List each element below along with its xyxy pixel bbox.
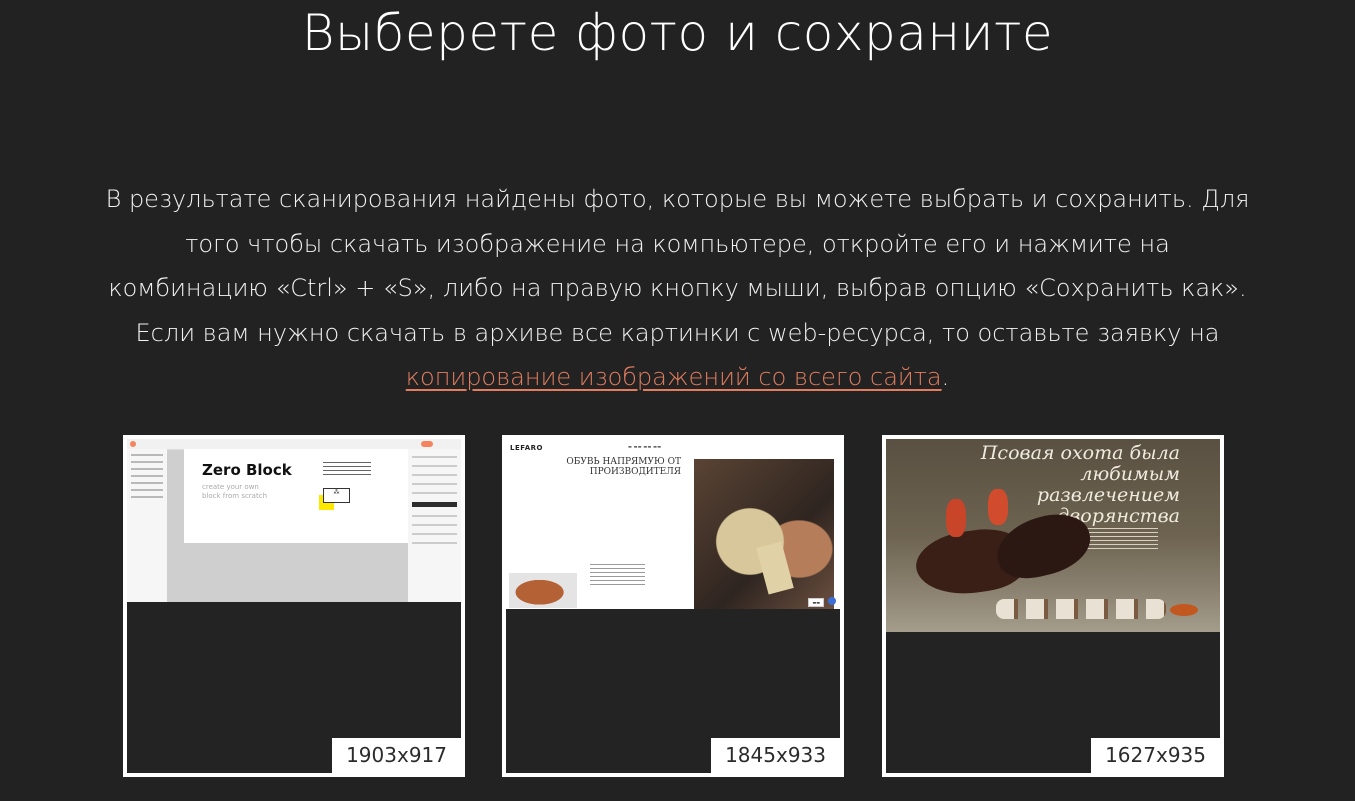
site-badge: ▬▬ xyxy=(808,598,824,607)
site-headline: ОБУВЬ НАПРЯМУЮ ОТ ПРОИЗВОДИТЕЛЯ xyxy=(566,457,681,477)
editor-publish-pill xyxy=(421,441,433,447)
image-thumbnail-hunting-painting[interactable]: Псовая охота была любимым развлечением д… xyxy=(886,439,1220,632)
site-brand: LEFARO xyxy=(510,444,543,452)
editor-text-lines xyxy=(323,459,371,478)
page-title: Выберете фото и сохраните xyxy=(301,4,1054,62)
rider-shape xyxy=(946,499,966,537)
description-text: В результате сканирования найдены фото, … xyxy=(105,185,1250,347)
image-card-body: Zero Block create your own block from sc… xyxy=(127,439,461,773)
fox-shape xyxy=(1170,604,1198,616)
image-size-label: 1845x933 xyxy=(711,738,840,773)
zero-block-heading: Zero Block xyxy=(202,461,292,479)
image-card-body: LEFARO ▬ ▬▬ ▬▬ ▬▬ ОБУВЬ НАПРЯМУЮ ОТ ПРОИ… xyxy=(506,439,840,773)
rider-shape xyxy=(988,489,1008,525)
image-thumbnail-shoes[interactable]: LEFARO ▬ ▬▬ ▬▬ ▬▬ ОБУВЬ НАПРЯМУЮ ОТ ПРОИ… xyxy=(506,439,840,609)
image-size-label: 1627x935 xyxy=(1091,738,1220,773)
chat-icon xyxy=(828,597,836,605)
editor-left-panel xyxy=(127,449,167,602)
hounds-shape xyxy=(996,599,1166,619)
leather-photo xyxy=(694,459,834,609)
image-size-label: 1903x917 xyxy=(332,738,461,773)
image-card-body: Псовая охота была любимым развлечением д… xyxy=(886,439,1220,773)
site-text-lines xyxy=(590,561,645,588)
shoe-photo xyxy=(509,573,577,608)
editor-selected-frame: ⁂ xyxy=(323,488,350,503)
image-card-1[interactable]: Zero Block create your own block from sc… xyxy=(123,435,465,777)
editor-logo-icon xyxy=(130,441,136,447)
editor-right-panel xyxy=(408,449,461,602)
site-menu: ▬ ▬▬ ▬▬ ▬▬ xyxy=(628,444,662,449)
image-card-3[interactable]: Псовая охота была любимым развлечением д… xyxy=(882,435,1224,777)
copy-site-images-link[interactable]: копирование изображений со всего сайта xyxy=(406,363,942,391)
description-end: . xyxy=(941,363,950,391)
image-thumbnail-editor[interactable]: Zero Block create your own block from sc… xyxy=(127,439,461,602)
image-card-2[interactable]: LEFARO ▬ ▬▬ ▬▬ ▬▬ ОБУВЬ НАПРЯМУЮ ОТ ПРОИ… xyxy=(502,435,844,777)
description: В результате сканирования найдены фото, … xyxy=(105,177,1250,400)
editor-canvas: Zero Block create your own block from sc… xyxy=(184,449,409,543)
zero-block-subtitle: create your own block from scratch xyxy=(202,483,268,500)
